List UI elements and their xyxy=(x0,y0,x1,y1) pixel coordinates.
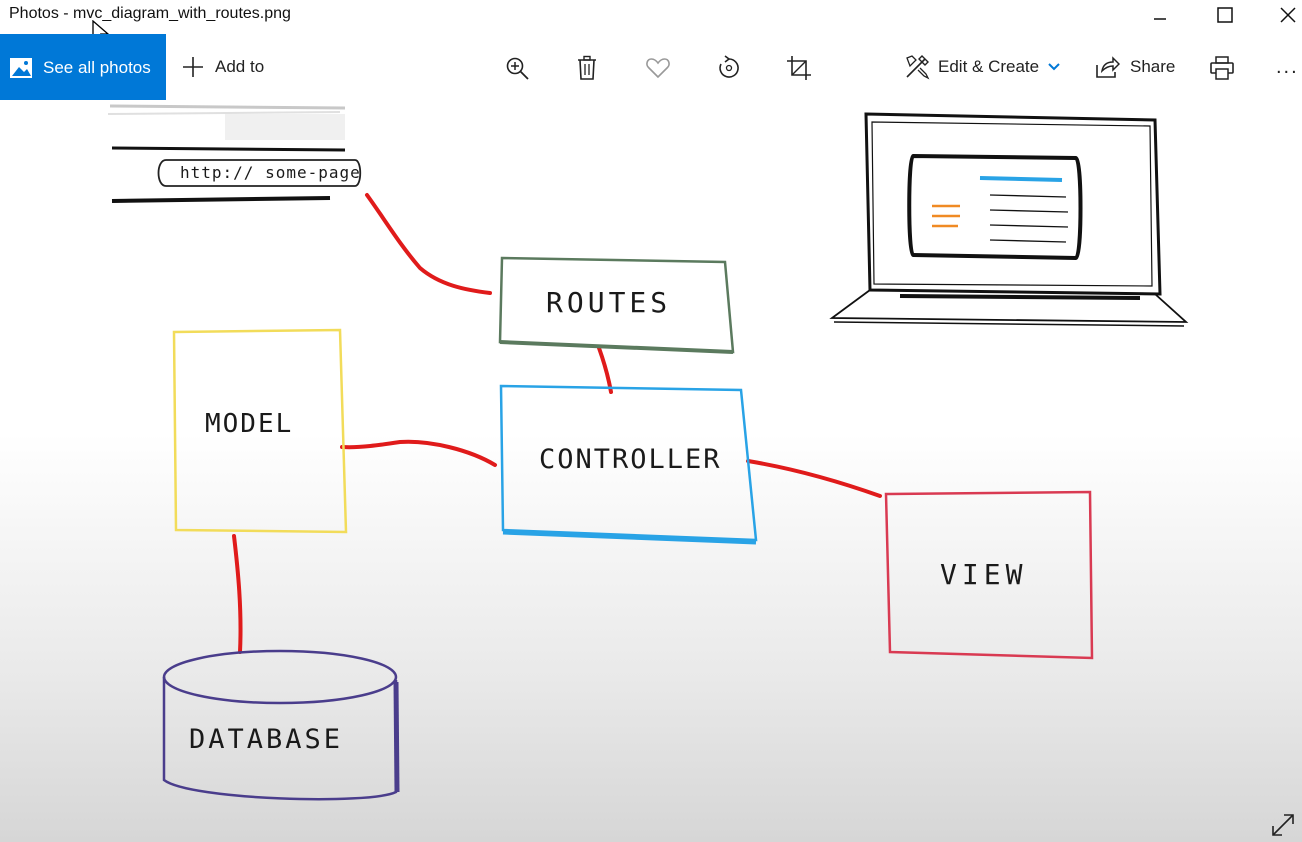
database-label: DATABASE xyxy=(189,724,343,755)
expand-icon[interactable] xyxy=(1270,812,1296,838)
close-button[interactable] xyxy=(1258,0,1302,30)
see-all-photos-label: See all photos xyxy=(43,57,151,77)
model-label: MODEL xyxy=(205,409,293,439)
see-all-photos-button[interactable]: See all photos xyxy=(0,34,166,101)
maximize-button[interactable] xyxy=(1195,0,1255,30)
window-title: Photos - mvc_diagram_with_routes.png xyxy=(9,5,291,22)
favorite-button[interactable] xyxy=(644,54,672,82)
print-icon xyxy=(1210,56,1234,80)
chevron-down-icon xyxy=(1048,63,1060,71)
delete-button[interactable] xyxy=(573,54,601,82)
mvc-diagram: http:// some-page ROUTES MODEL CONTROLLE… xyxy=(107,104,1189,801)
controller-box-shadow xyxy=(502,529,757,545)
zoom-in-button[interactable] xyxy=(503,54,531,82)
crop-button[interactable] xyxy=(785,54,813,82)
more-options-button[interactable]: ... xyxy=(1276,34,1299,100)
title-bar: Photos - mvc_diagram_with_routes.png xyxy=(0,0,1302,45)
edit-icon xyxy=(906,55,930,80)
close-icon xyxy=(1280,7,1296,23)
edit-create-label: Edit & Create xyxy=(938,57,1040,76)
more-options-label: ... xyxy=(1276,55,1299,78)
edit-create-button[interactable]: Edit & Create xyxy=(904,34,1061,100)
minimize-icon xyxy=(1154,18,1166,20)
toolbar: See all photos Add to Edit & Create Shar… xyxy=(0,34,1302,101)
view-label: VIEW xyxy=(940,558,1027,591)
share-button[interactable]: Share xyxy=(1094,34,1175,100)
url-text: http:// some-page xyxy=(180,163,361,182)
browser-sketch xyxy=(107,104,362,203)
controller-label: CONTROLLER xyxy=(539,444,722,475)
routes-box-shadow xyxy=(499,340,734,354)
routes-label: ROUTES xyxy=(546,286,671,319)
maximize-icon xyxy=(1217,7,1233,23)
add-to-button[interactable]: Add to xyxy=(181,34,264,100)
rotate-icon xyxy=(719,55,739,78)
crop-icon xyxy=(787,56,811,80)
zoom-in-icon xyxy=(506,57,529,80)
plus-icon xyxy=(183,57,203,77)
laptop-sketch xyxy=(829,112,1189,327)
connectors xyxy=(232,193,882,654)
add-to-label: Add to xyxy=(215,57,265,76)
favorite-icon xyxy=(646,58,670,79)
print-button[interactable] xyxy=(1208,54,1236,82)
photos-icon xyxy=(9,57,33,79)
image-canvas: http:// some-page ROUTES MODEL CONTROLLE… xyxy=(0,100,1302,842)
share-label: Share xyxy=(1130,57,1176,76)
share-icon xyxy=(1096,56,1120,78)
rotate-button[interactable] xyxy=(715,54,743,82)
delete-icon xyxy=(578,55,596,80)
minimize-button[interactable] xyxy=(1130,0,1190,30)
